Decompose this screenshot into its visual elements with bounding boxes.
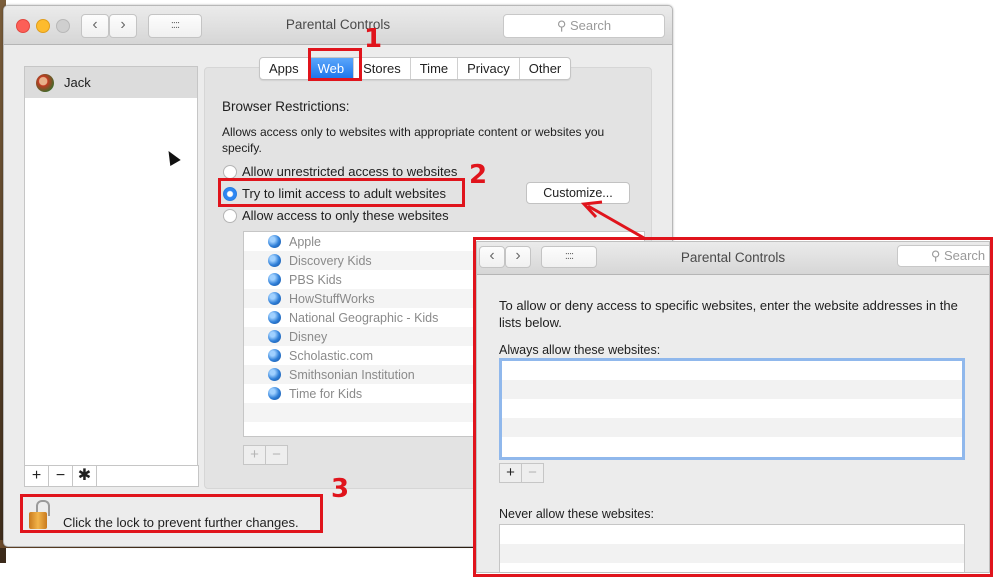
- globe-icon: [268, 254, 281, 267]
- tab-apps[interactable]: Apps: [260, 58, 309, 79]
- radio-label: Allow access to only these websites: [242, 208, 449, 223]
- tab-bar: Apps Web Stores Time Privacy Other: [259, 57, 572, 80]
- radio-unrestricted[interactable]: Allow unrestricted access to websites: [223, 164, 457, 179]
- add-site-button[interactable]: +: [244, 446, 266, 464]
- customize-button[interactable]: Customize...: [526, 182, 630, 204]
- tab-privacy[interactable]: Privacy: [458, 58, 520, 79]
- annotation-number-1: 1: [364, 24, 383, 54]
- user-list-toolbar: + − ✱: [24, 465, 199, 487]
- globe-icon: [268, 330, 281, 343]
- radio-button[interactable]: [223, 208, 237, 223]
- remove-site-button[interactable]: −: [266, 446, 287, 464]
- globe-icon: [268, 273, 281, 286]
- title-bar: ‹ › :::: Parental Controls ⚲ Search: [4, 6, 672, 45]
- search-placeholder: Search: [569, 18, 612, 33]
- radio-label: Allow unrestricted access to websites: [242, 164, 458, 179]
- tab-time[interactable]: Time: [411, 58, 459, 79]
- tab-stores[interactable]: Stores: [354, 58, 411, 79]
- globe-icon: [268, 387, 281, 400]
- gear-icon[interactable]: ✱: [73, 466, 97, 486]
- annotation-number-2: 2: [469, 160, 488, 190]
- annotation-box-customize: [473, 237, 993, 577]
- search-input[interactable]: ⚲ Search: [503, 14, 665, 38]
- user-list: Jack: [24, 66, 198, 468]
- site-list-toolbar: + −: [243, 445, 288, 465]
- globe-icon: [268, 368, 281, 381]
- user-name: Jack: [64, 75, 91, 90]
- annotation-box-3: [20, 494, 323, 533]
- search-icon: ⚲: [556, 18, 570, 33]
- section-heading: Browser Restrictions:: [222, 99, 350, 114]
- radio-only-these[interactable]: Allow access to only these websites: [223, 208, 449, 223]
- add-user-button[interactable]: +: [25, 466, 49, 486]
- annotation-box-2: [218, 178, 465, 207]
- radio-button[interactable]: [223, 164, 237, 179]
- globe-icon: [268, 292, 281, 305]
- globe-icon: [268, 235, 281, 248]
- tab-other[interactable]: Other: [520, 58, 571, 79]
- annotation-box-1: [308, 48, 362, 81]
- annotation-number-3: 3: [331, 474, 350, 504]
- globe-icon: [268, 311, 281, 324]
- avatar: [36, 73, 54, 92]
- remove-user-button[interactable]: −: [49, 466, 73, 486]
- section-description: Allows access only to websites with appr…: [222, 125, 605, 155]
- globe-icon: [268, 349, 281, 362]
- user-list-item[interactable]: Jack: [25, 67, 197, 98]
